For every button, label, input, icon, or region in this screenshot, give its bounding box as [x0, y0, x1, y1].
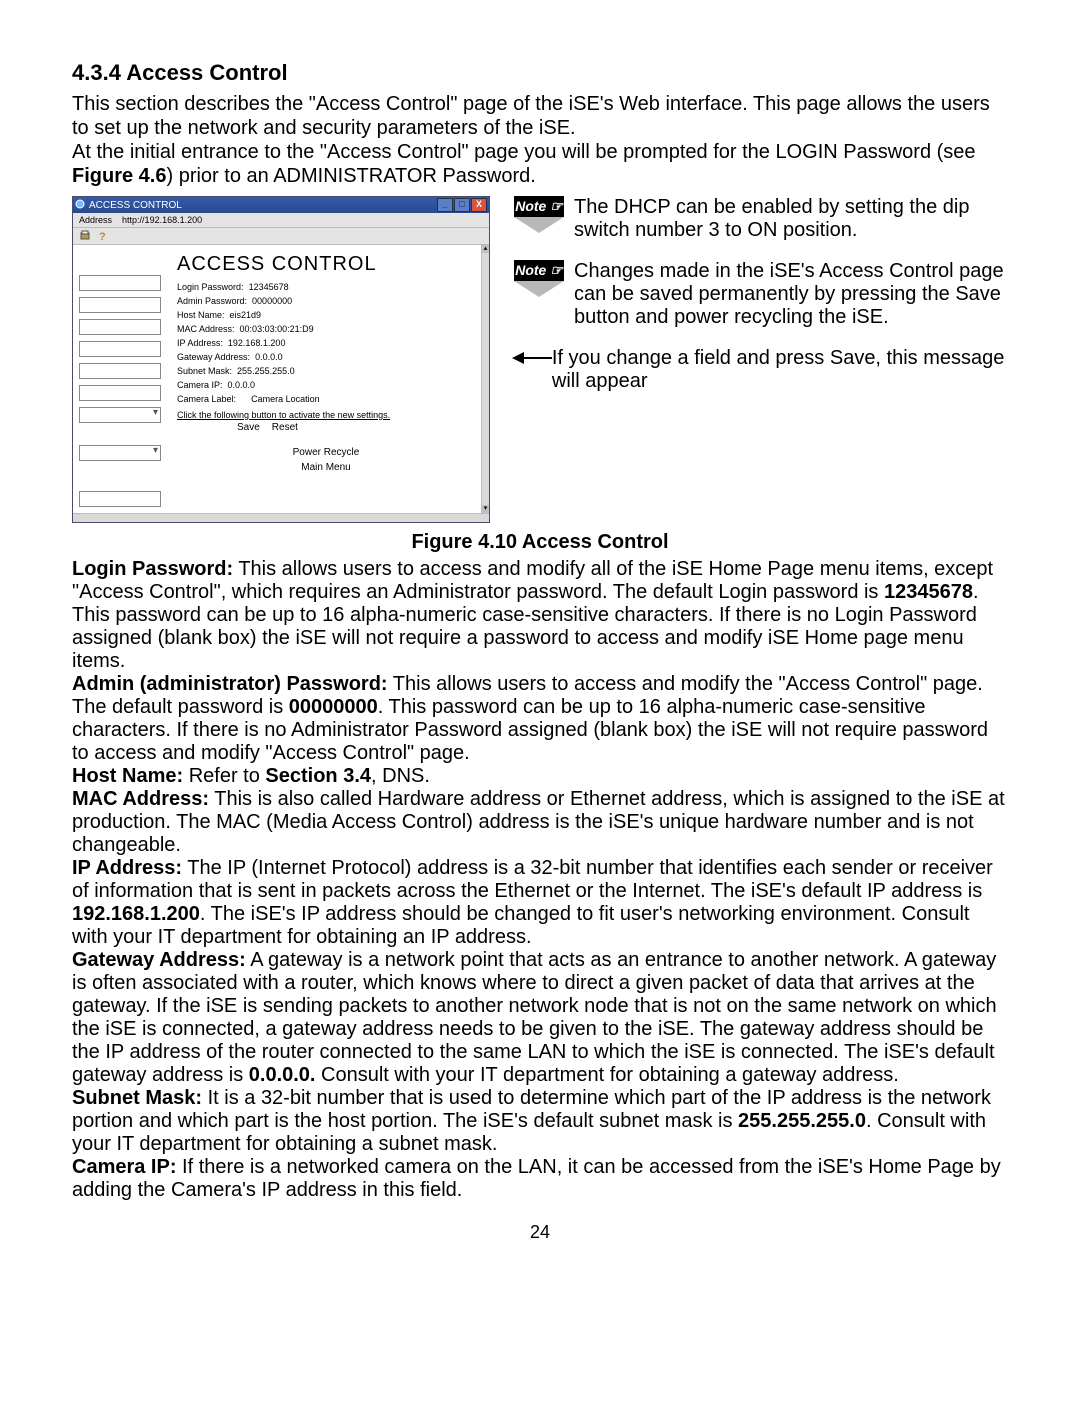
figure-area: ACCESS CONTROL _ □ X Address http://192.… [72, 196, 1008, 523]
note-2-text: Changes made in the iSE's Access Control… [574, 260, 1008, 329]
note-triangle-icon [514, 217, 564, 233]
window-title: ACCESS CONTROL [89, 200, 182, 211]
note-label: Note ☞ [514, 260, 564, 281]
row-mac-address: MAC Address: 00:03:03:00:21:D9 [177, 324, 475, 334]
intro-line-2a: At the initial entrance to the "Access C… [72, 141, 976, 163]
para-gateway-address: Gateway Address: A gateway is a network … [72, 949, 1008, 1087]
ip-address-input[interactable] [79, 341, 161, 357]
page-number: 24 [72, 1222, 1008, 1243]
row-host-name: Host Name: eis21d9 [177, 310, 475, 320]
activate-instruction: Click the following button to activate t… [177, 410, 475, 420]
info-column: ACCESS CONTROL Login Password: 12345678 … [165, 245, 481, 513]
camera-label-select[interactable] [79, 445, 161, 461]
intro-line-1: This section describes the "Access Contr… [72, 93, 990, 139]
browser-content: ACCESS CONTROL Login Password: 12345678 … [73, 245, 489, 513]
camera-ip-select[interactable] [79, 407, 161, 423]
close-button[interactable]: X [471, 198, 487, 212]
intro-line-2c: ) prior to an ADMINISTRATOR Password. [166, 165, 535, 187]
browser-window: ACCESS CONTROL _ □ X Address http://192.… [72, 196, 490, 523]
para-subnet-mask: Subnet Mask: It is a 32-bit number that … [72, 1087, 1008, 1156]
app-icon [75, 199, 85, 212]
para-ip-address: IP Address: The IP (Internet Protocol) a… [72, 857, 1008, 949]
host-name-input[interactable] [79, 319, 161, 335]
gateway-address-input[interactable] [79, 363, 161, 379]
scroll-down-icon[interactable]: ▾ [482, 505, 489, 513]
address-value[interactable]: http://192.168.1.200 [122, 215, 202, 225]
callout: If you change a field and press Save, th… [514, 347, 1008, 393]
row-camera-label: Camera Label: Camera Location [177, 394, 475, 404]
scroll-up-icon[interactable]: ▴ [482, 245, 489, 253]
intro-figure-ref: Figure 4.6 [72, 165, 166, 187]
para-camera-ip: Camera IP: If there is a networked camer… [72, 1156, 1008, 1202]
reset-button[interactable]: Reset [272, 422, 298, 433]
callout-text: If you change a field and press Save, th… [552, 347, 1008, 393]
para-admin-password: Admin (administrator) Password: This all… [72, 673, 1008, 765]
note-1: Note ☞ The DHCP can be enabled by settin… [514, 196, 1008, 242]
intro-text: This section describes the "Access Contr… [72, 92, 1008, 188]
help-icon[interactable]: ? [97, 230, 109, 242]
document-page: 4.3.4 Access Control This section descri… [0, 0, 1080, 1283]
row-login-password: Login Password: 12345678 [177, 282, 475, 292]
input-column [73, 245, 165, 513]
row-gateway-address: Gateway Address: 0.0.0.0 [177, 352, 475, 362]
note-badge-1: Note ☞ [514, 196, 564, 233]
section-heading: 4.3.4 Access Control [72, 60, 1008, 86]
browser-toolbar: ? [73, 228, 489, 245]
save-button[interactable]: Save [237, 422, 260, 433]
address-bar: Address http://192.168.1.200 [73, 213, 489, 228]
subnet-mask-input[interactable] [79, 385, 161, 401]
note-2: Note ☞ Changes made in the iSE's Access … [514, 260, 1008, 329]
admin-password-input[interactable] [79, 297, 161, 313]
row-ip-address: IP Address: 192.168.1.200 [177, 338, 475, 348]
note-1-text: The DHCP can be enabled by setting the d… [574, 196, 1008, 242]
arrow-left-icon [514, 357, 552, 373]
para-host-name: Host Name: Refer to Section 3.4, DNS. [72, 765, 1008, 788]
vertical-scrollbar[interactable]: ▴ ▾ [481, 245, 489, 513]
horizontal-scrollbar[interactable] [73, 513, 489, 522]
maximize-button[interactable]: □ [454, 198, 470, 212]
side-notes: Note ☞ The DHCP can be enabled by settin… [514, 196, 1008, 393]
svg-text:?: ? [99, 231, 106, 242]
power-recycle-link[interactable]: Power Recycle [177, 447, 475, 458]
para-mac-address: MAC Address: This is also called Hardwar… [72, 788, 1008, 857]
minimize-button[interactable]: _ [437, 198, 453, 212]
row-subnet-mask: Subnet Mask: 255.255.255.0 [177, 366, 475, 376]
window-titlebar: ACCESS CONTROL _ □ X [73, 197, 489, 213]
print-icon[interactable] [79, 230, 91, 242]
address-label: Address [79, 215, 112, 225]
login-password-input[interactable] [79, 275, 161, 291]
figure-caption: Figure 4.10 Access Control [72, 531, 1008, 554]
note-label: Note ☞ [514, 196, 564, 217]
page-title: ACCESS CONTROL [177, 253, 475, 276]
note-triangle-icon [514, 281, 564, 297]
extra-input[interactable] [79, 491, 161, 507]
row-admin-password: Admin Password: 00000000 [177, 296, 475, 306]
main-menu-link[interactable]: Main Menu [177, 462, 475, 473]
row-camera-ip: Camera IP: 0.0.0.0 [177, 380, 475, 390]
para-login-password: Login Password: This allows users to acc… [72, 558, 1008, 673]
note-badge-2: Note ☞ [514, 260, 564, 297]
